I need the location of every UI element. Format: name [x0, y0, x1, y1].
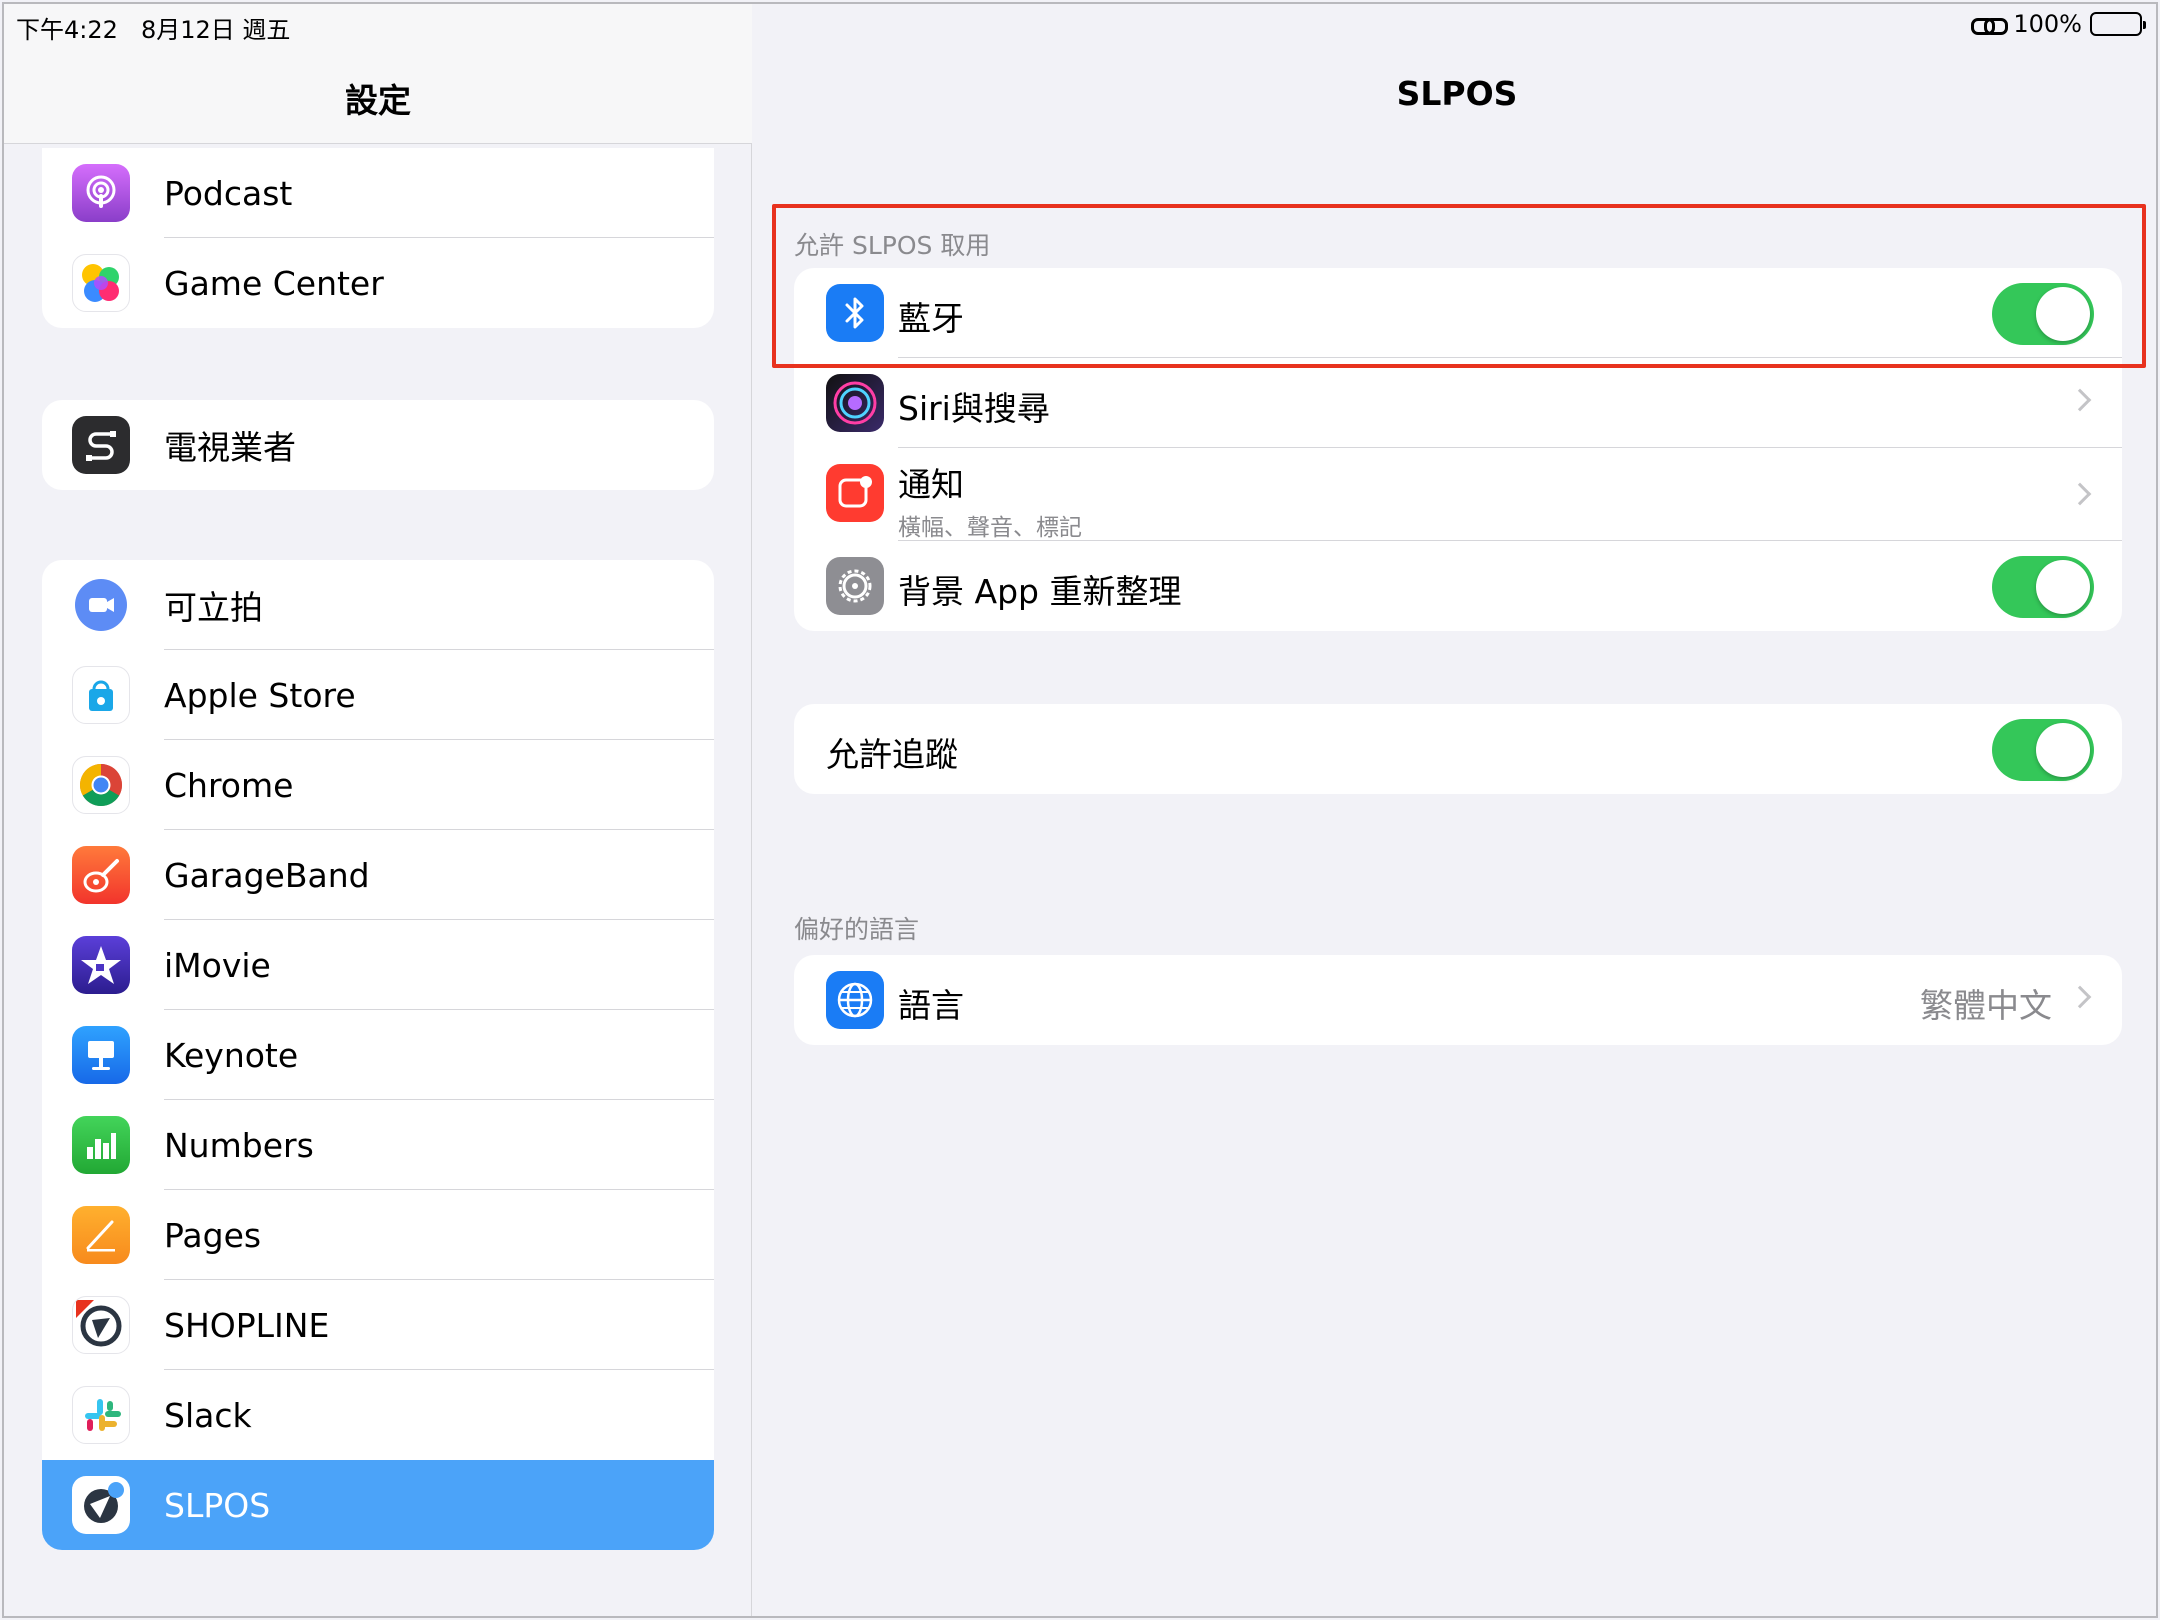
sidebar-item-imovie[interactable]: iMovie	[42, 920, 714, 1010]
sidebar-group-apps-top: Podcast Game Center	[42, 148, 714, 328]
row-siri-search[interactable]: Siri與搜尋	[794, 358, 2122, 448]
imovie-icon	[72, 936, 130, 994]
link-icon	[1971, 15, 2009, 35]
sidebar-item-label: 電視業者	[164, 428, 296, 467]
shopline-icon	[72, 1296, 130, 1354]
pages-icon	[72, 1206, 130, 1264]
row-label: 語言	[898, 986, 964, 1025]
podcast-icon	[72, 164, 130, 222]
row-background-refresh: 背景 App 重新整理	[794, 541, 2122, 631]
allow-tracking-toggle[interactable]	[1992, 719, 2094, 781]
tracking-group: 允許追蹤	[794, 704, 2122, 794]
row-allow-tracking: 允許追蹤	[794, 704, 2122, 794]
sidebar: 設定 Podcast Game Center 電視業者 可立拍 Apple St…	[4, 4, 752, 1616]
toggle-knob	[2036, 723, 2090, 777]
sidebar-item-label: Game Center	[164, 263, 384, 303]
section-header-language: 偏好的語言	[794, 915, 920, 944]
row-label: 允許追蹤	[826, 735, 958, 774]
section-header-access: 允許 SLPOS 取用	[794, 231, 991, 260]
row-label: 通知	[898, 465, 964, 504]
row-language[interactable]: 語言 繁體中文	[794, 955, 2122, 1045]
sidebar-item-label: Apple Store	[164, 675, 356, 715]
sidebar-item-chrome[interactable]: Chrome	[42, 740, 714, 830]
sidebar-item-keynote[interactable]: Keynote	[42, 1010, 714, 1100]
row-sublabel: 橫幅、聲音、標記	[898, 515, 1082, 541]
sidebar-item-label: SHOPLINE	[164, 1305, 330, 1345]
siri-icon	[826, 374, 884, 432]
sidebar-item-slpos[interactable]: SLPOS	[42, 1460, 714, 1550]
garageband-icon	[72, 846, 130, 904]
sidebar-group-third-party: 可立拍 Apple Store Chrome GarageBand iMovie…	[42, 560, 714, 1550]
sidebar-item-label: Chrome	[164, 765, 294, 805]
sidebar-item-slack[interactable]: Slack	[42, 1370, 714, 1460]
chevron-right-icon	[2068, 482, 2092, 506]
sidebar-item-label: GarageBand	[164, 855, 370, 895]
sidebar-item-apple-store[interactable]: Apple Store	[42, 650, 714, 740]
access-group: 藍牙 Siri與搜尋 通知 橫幅、聲音、標記 背景 App 重新整理	[794, 268, 2122, 631]
sidebar-item-label: Slack	[164, 1395, 252, 1435]
bluetooth-toggle[interactable]	[1992, 283, 2094, 345]
sidebar-item-clips[interactable]: 可立拍	[42, 560, 714, 650]
page-title: SLPOS	[1396, 74, 1518, 113]
bluetooth-icon	[826, 284, 884, 342]
gear-icon	[826, 557, 884, 615]
status-right: 100%	[1971, 10, 2146, 38]
sidebar-item-label: Podcast	[164, 173, 293, 213]
sidebar-item-game-center[interactable]: Game Center	[42, 238, 714, 328]
battery-icon	[2090, 12, 2146, 36]
slpos-icon	[72, 1476, 130, 1534]
sidebar-item-label: SLPOS	[164, 1485, 271, 1525]
row-label: 背景 App 重新整理	[898, 572, 1182, 611]
chrome-icon	[72, 756, 130, 814]
sidebar-item-label: Keynote	[164, 1035, 299, 1075]
status-bar: 下午4:22 8月12日 週五 100%	[4, 4, 2156, 46]
language-group: 語言 繁體中文	[794, 955, 2122, 1045]
detail-pane: SLPOS 允許 SLPOS 取用 藍牙 Siri與搜尋 通知 橫幅、聲音、標記…	[754, 4, 2156, 1616]
sidebar-item-numbers[interactable]: Numbers	[42, 1100, 714, 1190]
clips-icon	[72, 576, 130, 634]
toggle-knob	[2036, 287, 2090, 341]
sidebar-item-tv-provider[interactable]: 電視業者	[42, 400, 714, 490]
sidebar-item-shopline[interactable]: SHOPLINE	[42, 1280, 714, 1370]
language-value: 繁體中文	[1920, 986, 2052, 1025]
sidebar-item-garageband[interactable]: GarageBand	[42, 830, 714, 920]
tv-provider-icon	[72, 416, 130, 474]
status-time: 下午4:22	[16, 16, 118, 44]
apple-store-icon	[72, 666, 130, 724]
sidebar-item-pages[interactable]: Pages	[42, 1190, 714, 1280]
notifications-icon	[826, 464, 884, 522]
row-label: 藍牙	[898, 299, 964, 338]
sidebar-item-label: 可立拍	[164, 588, 263, 627]
numbers-icon	[72, 1116, 130, 1174]
sidebar-item-label: Pages	[164, 1215, 262, 1255]
slack-icon	[72, 1386, 130, 1444]
keynote-icon	[72, 1026, 130, 1084]
sidebar-title: 設定	[345, 81, 411, 120]
toggle-knob	[2036, 560, 2090, 614]
game-center-icon	[72, 254, 130, 312]
row-bluetooth: 藍牙	[794, 268, 2122, 358]
globe-icon	[826, 971, 884, 1029]
sidebar-item-label: Numbers	[164, 1125, 314, 1165]
battery-percent: 100%	[2013, 10, 2082, 38]
sidebar-item-label: iMovie	[164, 945, 271, 985]
background-refresh-toggle[interactable]	[1992, 556, 2094, 618]
sidebar-group-tv: 電視業者	[42, 400, 714, 490]
chevron-right-icon	[2068, 985, 2092, 1009]
screen: 下午4:22 8月12日 週五 100% 設定 Podcast Game Cen…	[2, 2, 2158, 1618]
row-notifications[interactable]: 通知 橫幅、聲音、標記	[794, 448, 2122, 541]
sidebar-item-podcast[interactable]: Podcast	[42, 148, 714, 238]
chevron-right-icon	[2068, 388, 2092, 412]
status-date: 8月12日 週五	[141, 16, 291, 44]
row-label: Siri與搜尋	[898, 389, 1050, 428]
